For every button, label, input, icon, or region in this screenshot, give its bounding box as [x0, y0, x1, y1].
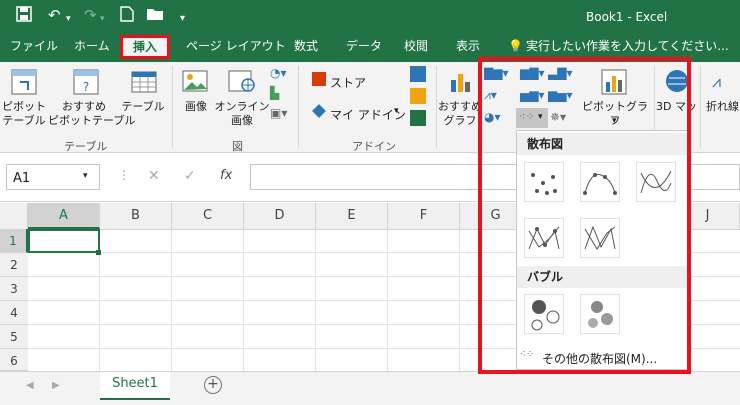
row-header[interactable]: 4: [0, 301, 28, 325]
add-sheet-icon[interactable]: +: [204, 376, 222, 394]
row-header[interactable]: 5: [0, 325, 28, 349]
table-icon: [130, 68, 158, 99]
redo-icon[interactable]: ↷: [84, 6, 97, 24]
online-picture-icon: [228, 68, 256, 97]
tab-review[interactable]: 校閲: [404, 38, 428, 54]
scroll-left-icon[interactable]: ◀: [26, 380, 34, 391]
lightbulb-icon: 💡: [508, 39, 523, 53]
insert-function-icon[interactable]: fx: [220, 168, 232, 183]
screenshot-icon[interactable]: ▣▾: [270, 106, 287, 120]
tab-insert[interactable]: 挿入: [120, 35, 170, 59]
column-header[interactable]: F: [388, 203, 460, 229]
active-cell-a1[interactable]: [28, 229, 100, 253]
tab-view[interactable]: 表示: [456, 38, 480, 54]
group-label-table: テーブル: [64, 140, 108, 153]
grid-line: [459, 229, 460, 371]
chevron-down-icon[interactable]: ▾: [83, 171, 88, 181]
tell-me-box[interactable]: 実行したい作業を入力してください...: [526, 38, 740, 54]
fill-handle[interactable]: [96, 250, 101, 255]
recommended-pivot-button[interactable]: おすすめ ピボットテーブル: [48, 100, 135, 128]
grid-line: [243, 229, 244, 371]
pivot-table-button[interactable]: ピボット テーブル: [2, 100, 46, 128]
select-all-corner[interactable]: [0, 203, 28, 229]
tab-home[interactable]: ホーム: [74, 38, 110, 54]
store-button[interactable]: ストア: [330, 74, 366, 91]
group-divider: [172, 66, 173, 148]
picture-icon: [182, 68, 208, 97]
scroll-right-icon[interactable]: ▶: [52, 380, 60, 391]
tab-page-layout[interactable]: ページ レイアウト: [186, 38, 286, 54]
bing-maps-icon[interactable]: [410, 66, 426, 82]
grid-line: [387, 229, 388, 371]
sparkline-line-icon: ⩘: [712, 72, 722, 91]
sparkline-line-button[interactable]: 折れ線: [706, 100, 740, 114]
name-box-value: A1: [13, 171, 31, 186]
group-divider: [700, 66, 701, 148]
recommended-charts-button[interactable]: おすすめ グラフ: [438, 100, 482, 128]
table-button[interactable]: テーブル: [118, 100, 168, 114]
picture-button[interactable]: 画像: [180, 100, 212, 114]
column-header[interactable]: E: [316, 203, 388, 229]
tab-file[interactable]: ファイル: [10, 38, 58, 54]
more-icon: ⋮: [118, 168, 130, 182]
highlight-frame: [478, 57, 691, 374]
smartart-icon[interactable]: ▙: [270, 86, 279, 100]
group-label-illustrations: 図: [232, 140, 243, 153]
open-folder-icon[interactable]: [146, 6, 164, 26]
group-label-addins: アドイン: [352, 140, 396, 153]
row-header[interactable]: 2: [0, 253, 28, 277]
save-icon[interactable]: [16, 6, 32, 26]
grid-line: [171, 229, 172, 371]
enter-icon[interactable]: ✓: [184, 168, 196, 184]
column-header[interactable]: C: [172, 203, 244, 229]
name-box[interactable]: A1 ▾: [6, 164, 100, 190]
column-header[interactable]: B: [100, 203, 172, 229]
row-header[interactable]: 1: [0, 229, 28, 253]
chevron-down-icon[interactable]: ▾: [394, 106, 399, 116]
customize-qat-icon[interactable]: ▾: [180, 10, 185, 28]
chevron-down-icon[interactable]: ▾: [66, 10, 71, 28]
shapes-icon[interactable]: ◔▾: [270, 66, 287, 80]
chevron-down-icon: ▾: [100, 14, 105, 24]
row-header[interactable]: 6: [0, 349, 28, 371]
grid-line: [315, 229, 316, 371]
undo-icon[interactable]: ↶: [48, 6, 61, 24]
column-header[interactable]: D: [244, 203, 316, 229]
cancel-icon[interactable]: ✕: [148, 168, 160, 184]
svg-text:?: ?: [83, 80, 89, 94]
tab-data[interactable]: データ: [346, 38, 382, 54]
group-divider: [436, 66, 437, 148]
tab-formulas[interactable]: 数式: [294, 38, 318, 54]
row-header[interactable]: 3: [0, 277, 28, 301]
store-icon: [312, 72, 326, 86]
recommended-pivot-icon: ?: [72, 68, 100, 99]
bing-icon[interactable]: [410, 88, 426, 104]
window-title: Book1 - Excel: [586, 10, 668, 24]
group-divider: [298, 66, 299, 148]
online-picture-button[interactable]: オンライン 画像: [214, 100, 270, 128]
new-file-icon[interactable]: [120, 6, 134, 26]
column-header[interactable]: A: [28, 203, 100, 229]
people-graph-icon[interactable]: [410, 110, 426, 126]
recommended-charts-icon: [448, 68, 476, 99]
sheet-tab-sheet1[interactable]: Sheet1: [100, 372, 170, 400]
pivot-table-icon: [10, 68, 38, 99]
